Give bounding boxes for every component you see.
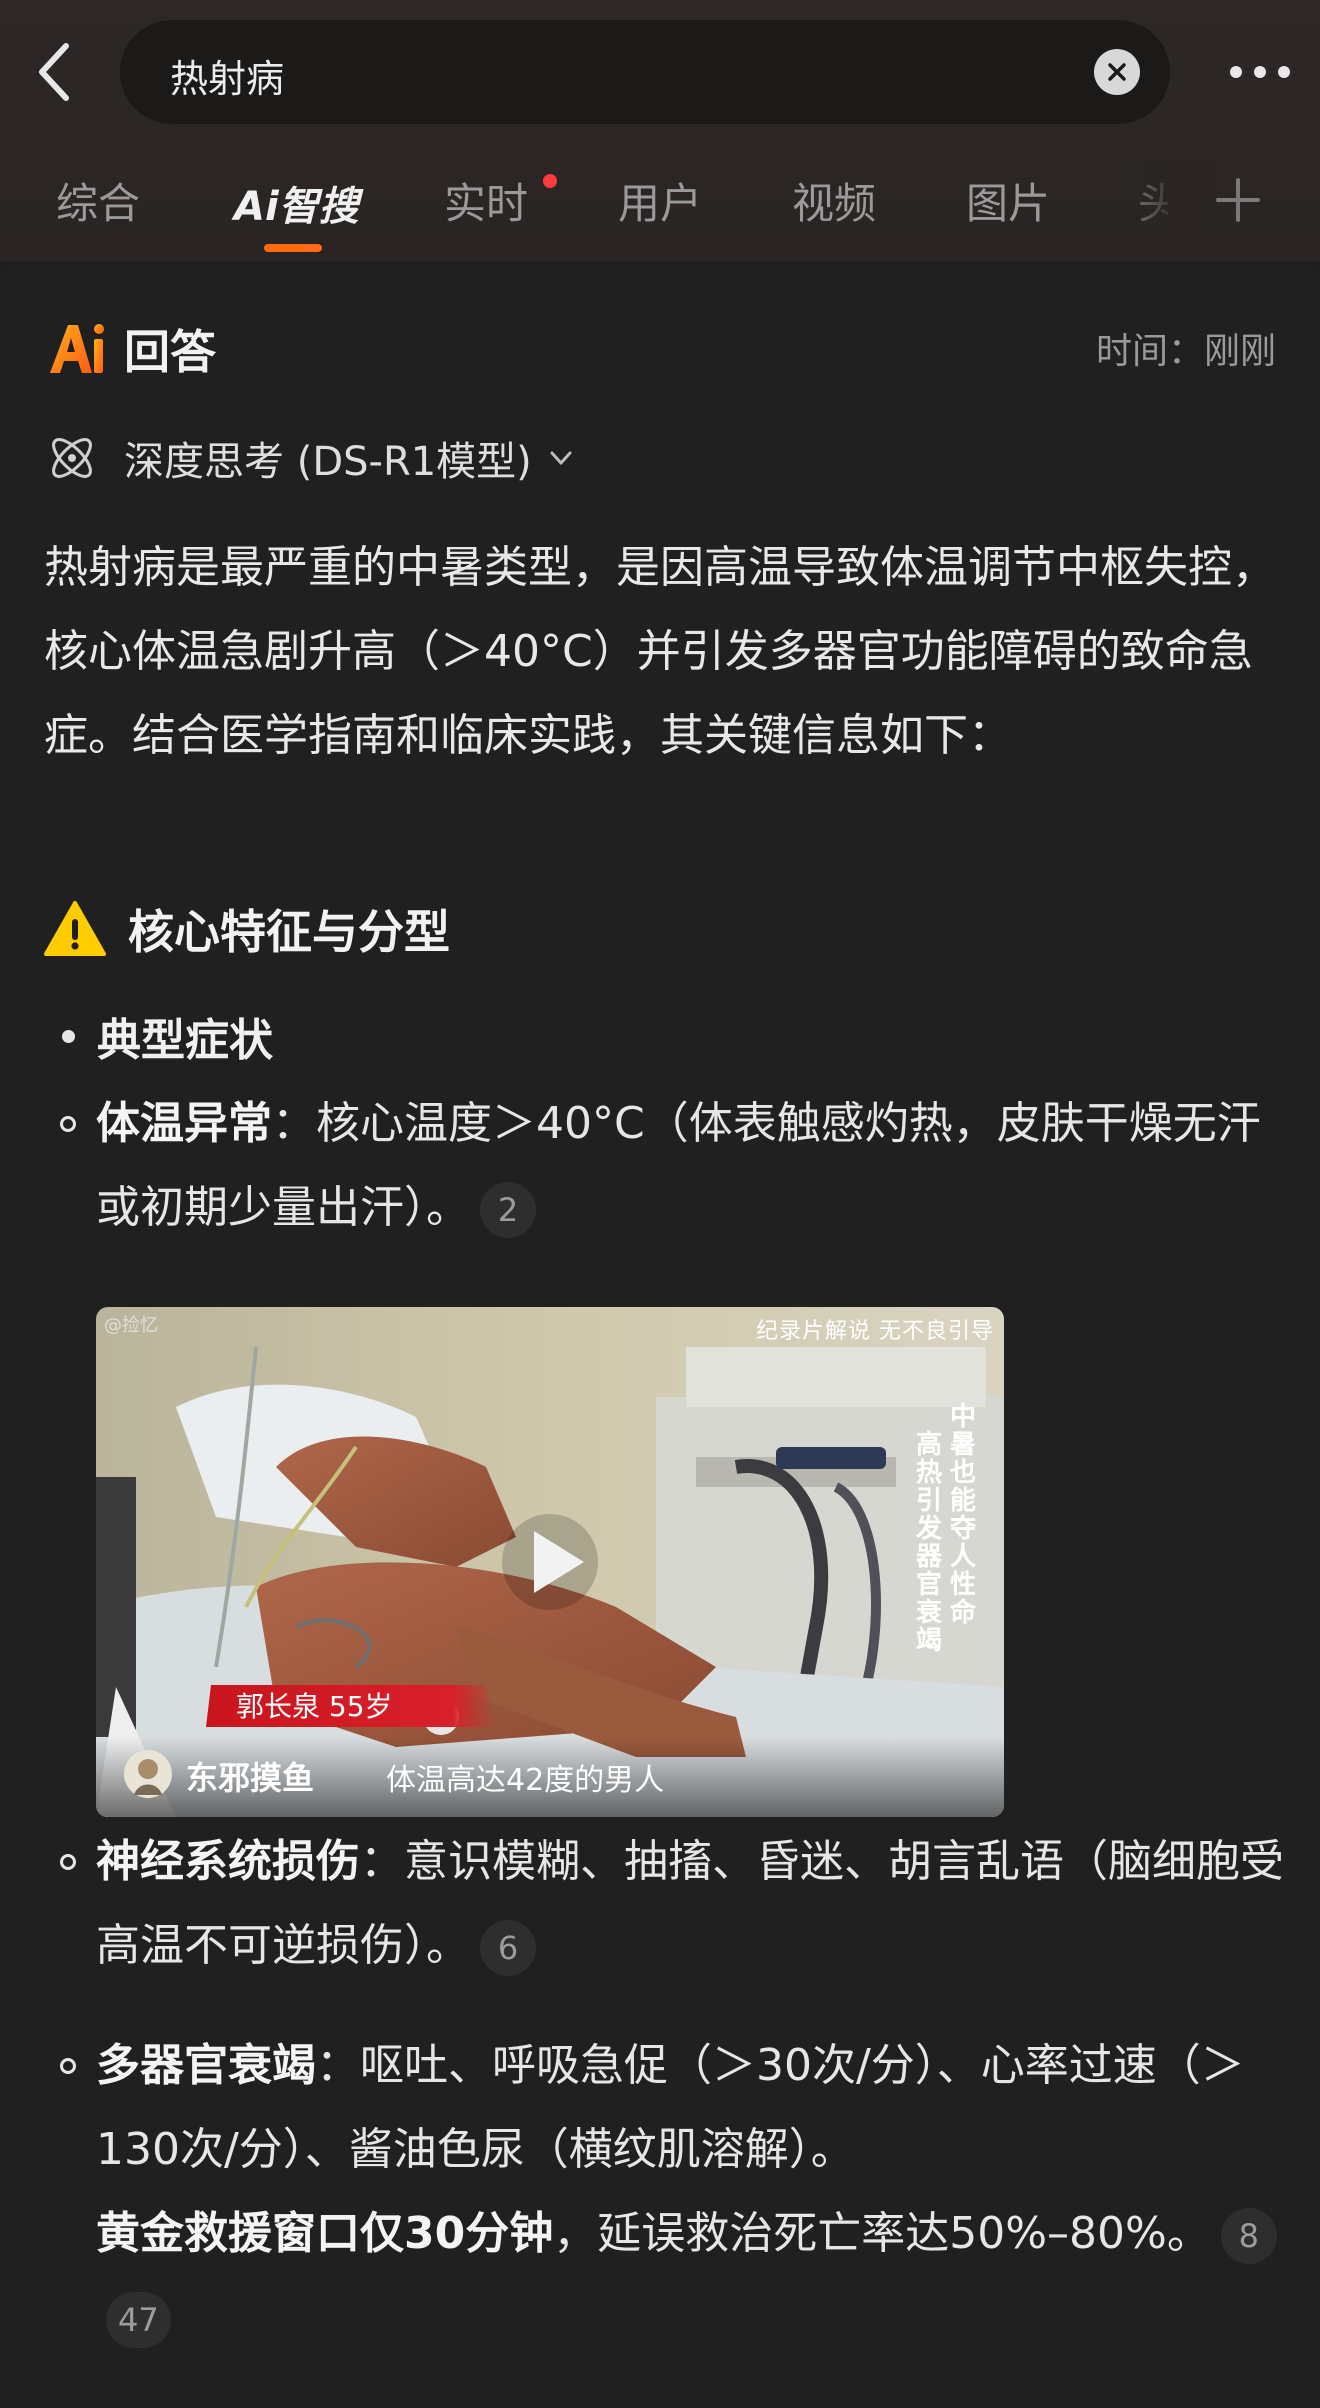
bullet-dot bbox=[62, 1029, 75, 1043]
citation-badge[interactable]: 47 bbox=[106, 2292, 171, 2348]
item-highlight: 黄金救援窗口仅30分钟 bbox=[96, 2208, 554, 2259]
back-arrow-icon bbox=[39, 43, 69, 101]
answer-intro: 热射病是最严重的中暑类型，是因高温导致体温调节中枢失控，核心体温急剧升高（＞40… bbox=[44, 542, 1276, 761]
thinking-mode-label: 深度思考 (DS-R1模型) bbox=[124, 439, 532, 485]
tab-users[interactable]: 用户 bbox=[618, 170, 702, 231]
video-watermark: @捡忆 bbox=[104, 1315, 158, 1336]
video-name-tag: 郭长泉 55岁 bbox=[236, 1690, 393, 1723]
back-button[interactable] bbox=[28, 40, 80, 104]
citation-badge[interactable]: 8 bbox=[1220, 2208, 1277, 2264]
warning-icon bbox=[44, 901, 106, 956]
citation-badge[interactable]: 2 bbox=[480, 1182, 536, 1238]
tab-images[interactable]: 图片 bbox=[966, 170, 1050, 231]
ai-logo-icon bbox=[50, 324, 104, 373]
bullet-typical-symptoms: 典型症状 bbox=[62, 1004, 273, 1068]
section-title: 核心特征与分型 bbox=[128, 905, 450, 959]
search-bar[interactable]: 热射病 bbox=[120, 20, 1170, 124]
list-item: 体温异常：核心温度＞40°C（体表触感灼热，皮肤干燥无汗或初期少量出汗）。 2 bbox=[58, 1082, 1288, 1282]
atom-icon bbox=[52, 438, 92, 478]
video-thumbnail[interactable]: @捡忆 纪录片解说 无不良引导 中暑也能夺人性命 高热引发器官衰竭 郭长泉 55… bbox=[96, 1307, 1004, 1817]
sub-bullet-dot bbox=[60, 2058, 76, 2074]
close-icon bbox=[1108, 63, 1126, 81]
search-tabs: 综合 Ai智搜 实时 用户 视频 图片 头 bbox=[0, 160, 1320, 252]
search-query[interactable]: 热射病 bbox=[170, 48, 284, 103]
video-side-caption-2: 高热引发器官衰竭 bbox=[916, 1430, 943, 1656]
tab-realtime[interactable]: 实时 bbox=[444, 170, 528, 231]
more-options-button[interactable] bbox=[1205, 54, 1315, 90]
bullet-label: 典型症状 bbox=[97, 1015, 273, 1066]
video-author[interactable]: 东邪摸鱼 bbox=[186, 1753, 314, 1799]
sub-bullet-dot bbox=[60, 1854, 76, 1870]
item-body-2: ，延误救治死亡率达50%–80%。 bbox=[553, 2208, 1211, 2259]
more-dot-icon bbox=[1254, 66, 1266, 78]
tabs-fade-overlay bbox=[1110, 160, 1210, 252]
plus-icon bbox=[1216, 178, 1260, 222]
item-sep: ： bbox=[272, 1098, 316, 1149]
play-icon[interactable] bbox=[502, 1514, 598, 1610]
answer-header: 回答 bbox=[44, 314, 236, 384]
tab-ai-label: 智搜 bbox=[278, 184, 359, 230]
video-subtitle: 体温高达42度的男人 bbox=[386, 1763, 665, 1798]
item-sep: ： bbox=[316, 2040, 360, 2091]
item-text: 体温异常：核心温度＞40°C（体表触感灼热，皮肤干燥无汗或初期少量出汗）。 2 bbox=[96, 1082, 1296, 1250]
citation-badge[interactable]: 6 bbox=[480, 1920, 536, 1976]
answer-card: 回答 时间：刚刚 深度思考 (DS-R1模型) 热射病是最严重的中暑类型，是因高… bbox=[0, 264, 1320, 2408]
deep-thinking-toggle[interactable]: 深度思考 (DS-R1模型) bbox=[44, 428, 576, 488]
tab-general[interactable]: 综合 bbox=[56, 170, 140, 231]
item-text: 多器官衰竭：呕吐、呼吸急促（＞30次/分）、心率过速（＞130次/分）、酱油色尿… bbox=[96, 2024, 1296, 2360]
list-item: 神经系统损伤：意识模糊、抽搐、昏迷、胡言乱语（脑细胞受高温不可逆损伤）。 6 bbox=[58, 1820, 1288, 2020]
item-label: 多器官衰竭 bbox=[96, 2040, 316, 2091]
active-tab-indicator bbox=[264, 244, 322, 252]
add-tab-button[interactable] bbox=[1212, 174, 1264, 226]
item-label: 神经系统损伤 bbox=[96, 1836, 360, 1887]
section-heading: 核心特征与分型 bbox=[44, 894, 450, 964]
more-dot-icon bbox=[1278, 66, 1290, 78]
notification-dot bbox=[543, 174, 557, 188]
tab-videos[interactable]: 视频 bbox=[792, 170, 876, 231]
tab-ai-prefix: Ai bbox=[234, 184, 279, 230]
item-sep: ： bbox=[360, 1836, 404, 1887]
item-text: 神经系统损伤：意识模糊、抽搐、昏迷、胡言乱语（脑细胞受高温不可逆损伤）。 6 bbox=[96, 1820, 1296, 1988]
answer-title: 回答 bbox=[124, 316, 236, 382]
answer-time: 时间：刚刚 bbox=[1095, 331, 1276, 372]
list-item: 多器官衰竭：呕吐、呼吸急促（＞30次/分）、心率过速（＞130次/分）、酱油色尿… bbox=[58, 2024, 1288, 2404]
more-dot-icon bbox=[1230, 66, 1242, 78]
video-side-caption-1: 中暑也能夺人性命 bbox=[950, 1402, 977, 1628]
item-label: 体温异常 bbox=[96, 1098, 272, 1149]
clear-search-button[interactable] bbox=[1094, 49, 1140, 95]
sub-bullet-dot bbox=[60, 1116, 76, 1132]
video-top-caption: 纪录片解说 无不良引导 bbox=[756, 1319, 994, 1344]
top-header: 热射病 综合 Ai智搜 实时 用户 视频 图片 头 bbox=[0, 0, 1320, 262]
tab-ai-search[interactable]: Ai智搜 bbox=[234, 174, 359, 232]
chevron-down-icon bbox=[550, 451, 572, 465]
